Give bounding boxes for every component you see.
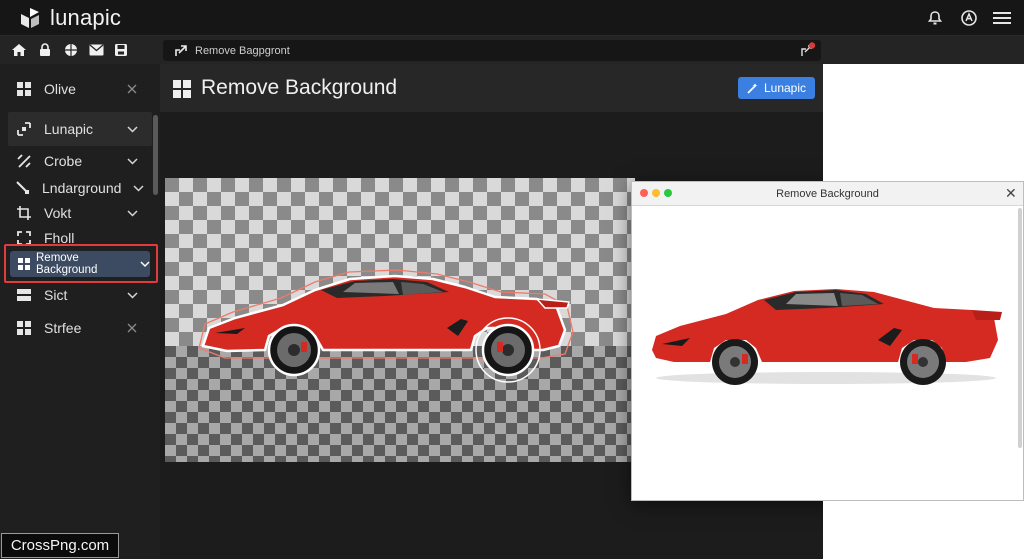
mail-icon[interactable]: [87, 41, 105, 59]
close-icon[interactable]: [122, 323, 142, 333]
tab-link-icon: [175, 44, 187, 56]
sidebar-item-remove-background[interactable]: Remove Background: [10, 251, 150, 277]
sidebar-item-sict[interactable]: Sict: [0, 280, 152, 310]
grid-icon: [16, 81, 32, 97]
chevron-down-icon[interactable]: [122, 157, 142, 165]
sidebar-item-label: Lndarground: [42, 180, 122, 196]
top-bar: [0, 0, 1024, 36]
lock-icon[interactable]: [36, 41, 54, 59]
tab-title: Remove Bagpgront: [195, 44, 290, 57]
wand-icon: [747, 83, 758, 94]
brush-icon: [16, 180, 30, 196]
sidebar-item-label: Strfee: [44, 320, 82, 336]
bell-icon[interactable]: [924, 8, 946, 28]
preview-window: Remove Background ✕: [631, 181, 1024, 501]
car-preview-image: [652, 289, 1002, 385]
grid-icon: [173, 80, 191, 98]
right-panel-bottom: [823, 501, 1024, 559]
outlined-car-image: [198, 269, 574, 383]
sidebar-item-label: Sict: [44, 287, 68, 303]
lunapic-button-label: Lunapic: [763, 81, 807, 95]
app-name: lunapic: [50, 5, 122, 30]
chevron-down-icon[interactable]: [140, 260, 150, 268]
chevron-down-icon[interactable]: [133, 184, 144, 192]
chevron-down-icon[interactable]: [122, 209, 142, 217]
save-icon[interactable]: [112, 41, 130, 59]
sidebar-item-label: Remove Background: [36, 252, 98, 276]
close-icon[interactable]: ✕: [1005, 185, 1017, 202]
sidebar-scrollbar[interactable]: [153, 115, 158, 195]
menu-icon[interactable]: [991, 8, 1013, 28]
sidebar-item-strfee[interactable]: Strfee: [0, 313, 152, 343]
right-panel: [823, 64, 1024, 181]
sidebar-item-label: Lunapic: [44, 121, 94, 137]
layers-icon: [18, 258, 30, 270]
globe-icon[interactable]: [62, 41, 80, 59]
home-icon[interactable]: [10, 41, 28, 59]
app-logo[interactable]: lunapic: [18, 5, 121, 31]
chevron-down-icon[interactable]: [122, 125, 142, 133]
crop-icon: [16, 153, 32, 169]
sidebar-item-olive[interactable]: Olive: [0, 74, 152, 104]
sidebar-item-lunapic[interactable]: Lunapic: [8, 112, 152, 146]
transform-icon: [16, 205, 32, 221]
editor-canvas[interactable]: [165, 178, 635, 462]
lunapic-button[interactable]: Lunapic: [738, 77, 815, 99]
chevron-down-icon[interactable]: [122, 291, 142, 299]
lunapic-logo-icon: [21, 8, 39, 28]
grid-icon: [16, 320, 32, 336]
resize-icon: [16, 121, 32, 137]
preview-scrollbar[interactable]: [1018, 208, 1022, 448]
account-icon[interactable]: [958, 8, 980, 28]
sidebar-item-label: Olive: [44, 81, 76, 97]
document-tab[interactable]: Remove Bagpgront: [163, 40, 821, 61]
layers-icon: [16, 287, 32, 303]
close-icon[interactable]: [122, 84, 142, 94]
sidebar-item-label: Crobe: [44, 153, 83, 169]
watermark: CrossPng.com: [1, 533, 119, 558]
preview-title: Remove Background: [776, 188, 879, 200]
sidebar-item-label: Vokt: [44, 205, 72, 221]
sidebar-item-crobe[interactable]: Crobe: [0, 146, 152, 176]
page-title: Remove Background: [201, 76, 398, 99]
notification-icon[interactable]: [800, 42, 816, 58]
